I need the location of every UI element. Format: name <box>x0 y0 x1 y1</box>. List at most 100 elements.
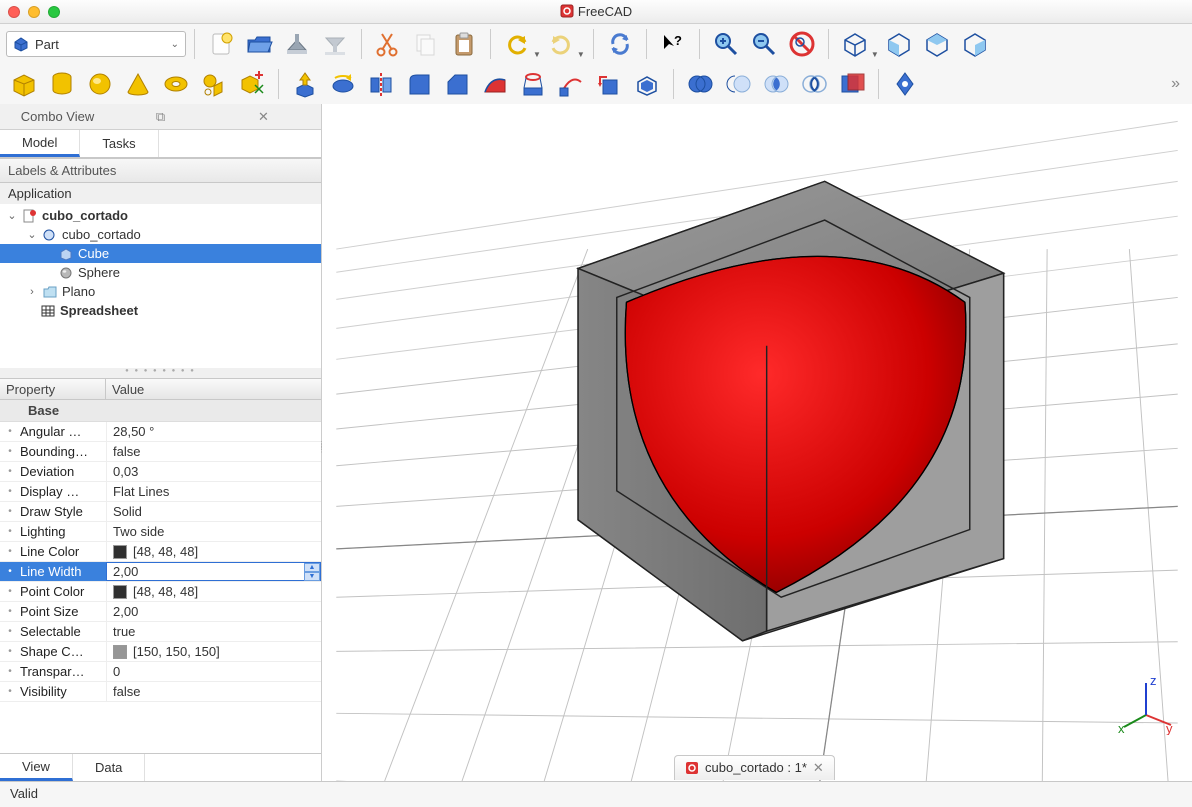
check-geometry-button[interactable] <box>887 66 923 102</box>
new-document-button[interactable] <box>203 26 239 62</box>
sphere-icon <box>58 265 74 281</box>
tree-cut[interactable]: ⌄ cubo_cortado <box>0 225 321 244</box>
offset-button[interactable] <box>591 66 627 102</box>
status-bar: Valid <box>0 781 1192 807</box>
view-front-button[interactable] <box>881 26 917 62</box>
cut-icon <box>42 227 58 243</box>
window-close-button[interactable] <box>8 6 20 18</box>
svg-text:y: y <box>1166 721 1173 735</box>
window-minimize-button[interactable] <box>28 6 40 18</box>
splitter[interactable]: ● ● ● ● ● ● ● ● <box>0 368 321 378</box>
spreadsheet-icon <box>40 303 56 319</box>
zoom-in-button[interactable] <box>708 26 744 62</box>
prop-row[interactable]: •Selectabletrue <box>0 622 321 642</box>
prop-row[interactable]: •Line Color[48, 48, 48] <box>0 542 321 562</box>
paste-button[interactable] <box>446 26 482 62</box>
prop-row[interactable]: •Draw StyleSolid <box>0 502 321 522</box>
loft-button[interactable] <box>515 66 551 102</box>
boolean-union-button[interactable] <box>682 66 718 102</box>
part-primitives-button[interactable] <box>196 66 232 102</box>
toolbar-overflow-icon[interactable]: » <box>1171 75 1186 93</box>
folder-icon <box>42 284 58 300</box>
prop-row[interactable]: •Angular …28,50 ° <box>0 422 321 442</box>
tree-sphere[interactable]: Sphere <box>0 263 321 282</box>
viewport-canvas <box>322 104 1192 781</box>
no-zoom-button[interactable] <box>784 26 820 62</box>
application-label: Application <box>0 183 321 204</box>
part-cone-button[interactable] <box>120 66 156 102</box>
prop-row[interactable]: •Deviation0,03 <box>0 462 321 482</box>
part-sphere-button[interactable] <box>82 66 118 102</box>
prop-row[interactable]: •LightingTwo side <box>0 522 321 542</box>
expand-icon[interactable]: ⌄ <box>6 209 18 222</box>
model-tree[interactable]: ⌄ cubo_cortado ⌄ cubo_cortado Cube Spher… <box>0 204 321 368</box>
whats-this-button[interactable]: ? <box>655 26 691 62</box>
tab-tasks[interactable]: Tasks <box>80 130 158 157</box>
prop-row[interactable]: •Shape C…[150, 150, 150] <box>0 642 321 662</box>
property-view: Property Value Base •Angular …28,50 °•Bo… <box>0 378 321 781</box>
view-top-button[interactable] <box>919 26 955 62</box>
view-right-button[interactable] <box>957 26 993 62</box>
box-icon <box>58 246 74 262</box>
zoom-out-button[interactable] <box>746 26 782 62</box>
tab-data[interactable]: Data <box>73 754 145 781</box>
revolve-button[interactable] <box>325 66 361 102</box>
toolbar-part: » <box>0 64 1192 104</box>
prop-row[interactable]: •Display …Flat Lines <box>0 482 321 502</box>
part-builder-button[interactable] <box>234 66 270 102</box>
expand-icon[interactable]: ⌄ <box>26 228 38 241</box>
tree-spreadsheet[interactable]: Spreadsheet <box>0 301 321 320</box>
fillet-button[interactable] <box>401 66 437 102</box>
workbench-label: Part <box>35 37 59 52</box>
labels-attributes-header: Labels & Attributes <box>0 158 321 183</box>
prop-row[interactable]: •Bounding…false <box>0 442 321 462</box>
combo-view-panel: Combo View ⧉ ✕ Model Tasks Labels & Attr… <box>0 104 322 781</box>
prop-row[interactable]: •Point Size2,00 <box>0 602 321 622</box>
document-tab-label: cubo_cortado : 1* <box>705 760 807 775</box>
mirror-button[interactable] <box>363 66 399 102</box>
tab-view[interactable]: View <box>0 754 73 781</box>
chamfer-button[interactable] <box>439 66 475 102</box>
prop-row[interactable]: •Line Width2,00▲▼ <box>0 562 321 582</box>
prop-row[interactable]: •Visibilityfalse <box>0 682 321 702</box>
copy-button[interactable] <box>408 26 444 62</box>
prop-row[interactable]: •Point Color[48, 48, 48] <box>0 582 321 602</box>
splitter-vertical[interactable]: ⋮⋮⋮ <box>318 443 322 469</box>
open-button[interactable] <box>241 26 277 62</box>
undo-button[interactable] <box>499 26 535 62</box>
col-value: Value <box>106 379 321 399</box>
tab-close-icon[interactable]: ✕ <box>813 760 824 776</box>
part-torus-button[interactable] <box>158 66 194 102</box>
extrude-button[interactable] <box>287 66 323 102</box>
panel-float-icon[interactable]: ⧉ <box>111 109 210 125</box>
save-button[interactable] <box>279 26 315 62</box>
workbench-selector[interactable]: Part ⌄ <box>6 31 186 57</box>
tab-model[interactable]: Model <box>0 130 80 157</box>
part-cylinder-button[interactable] <box>44 66 80 102</box>
thickness-button[interactable] <box>629 66 665 102</box>
tree-plano[interactable]: › Plano <box>0 282 321 301</box>
cut-button[interactable] <box>370 26 406 62</box>
boolean-section-button[interactable] <box>796 66 832 102</box>
refresh-button[interactable] <box>602 26 638 62</box>
expand-icon[interactable]: › <box>26 286 38 298</box>
panel-close-icon[interactable]: ✕ <box>214 109 313 125</box>
part-box-button[interactable] <box>6 66 42 102</box>
sweep-button[interactable] <box>553 66 589 102</box>
boolean-cut-button[interactable] <box>720 66 756 102</box>
document-tab[interactable]: cubo_cortado : 1* ✕ <box>674 755 835 780</box>
titlebar: FreeCAD <box>0 0 1192 24</box>
view-iso-button[interactable] <box>837 26 873 62</box>
tree-cube[interactable]: Cube <box>0 244 321 263</box>
window-maximize-button[interactable] <box>48 6 60 18</box>
freecad-icon <box>685 761 699 775</box>
tree-doc[interactable]: ⌄ cubo_cortado <box>0 206 321 225</box>
prop-row[interactable]: •Transpar…0 <box>0 662 321 682</box>
redo-button[interactable] <box>543 26 579 62</box>
boolean-common-button[interactable] <box>758 66 794 102</box>
3d-viewport[interactable]: ⋮⋮⋮ <box>322 104 1192 781</box>
ruled-surface-button[interactable] <box>477 66 513 102</box>
svg-text:z: z <box>1150 675 1157 688</box>
save-as-button[interactable] <box>317 26 353 62</box>
cross-sections-button[interactable] <box>834 66 870 102</box>
